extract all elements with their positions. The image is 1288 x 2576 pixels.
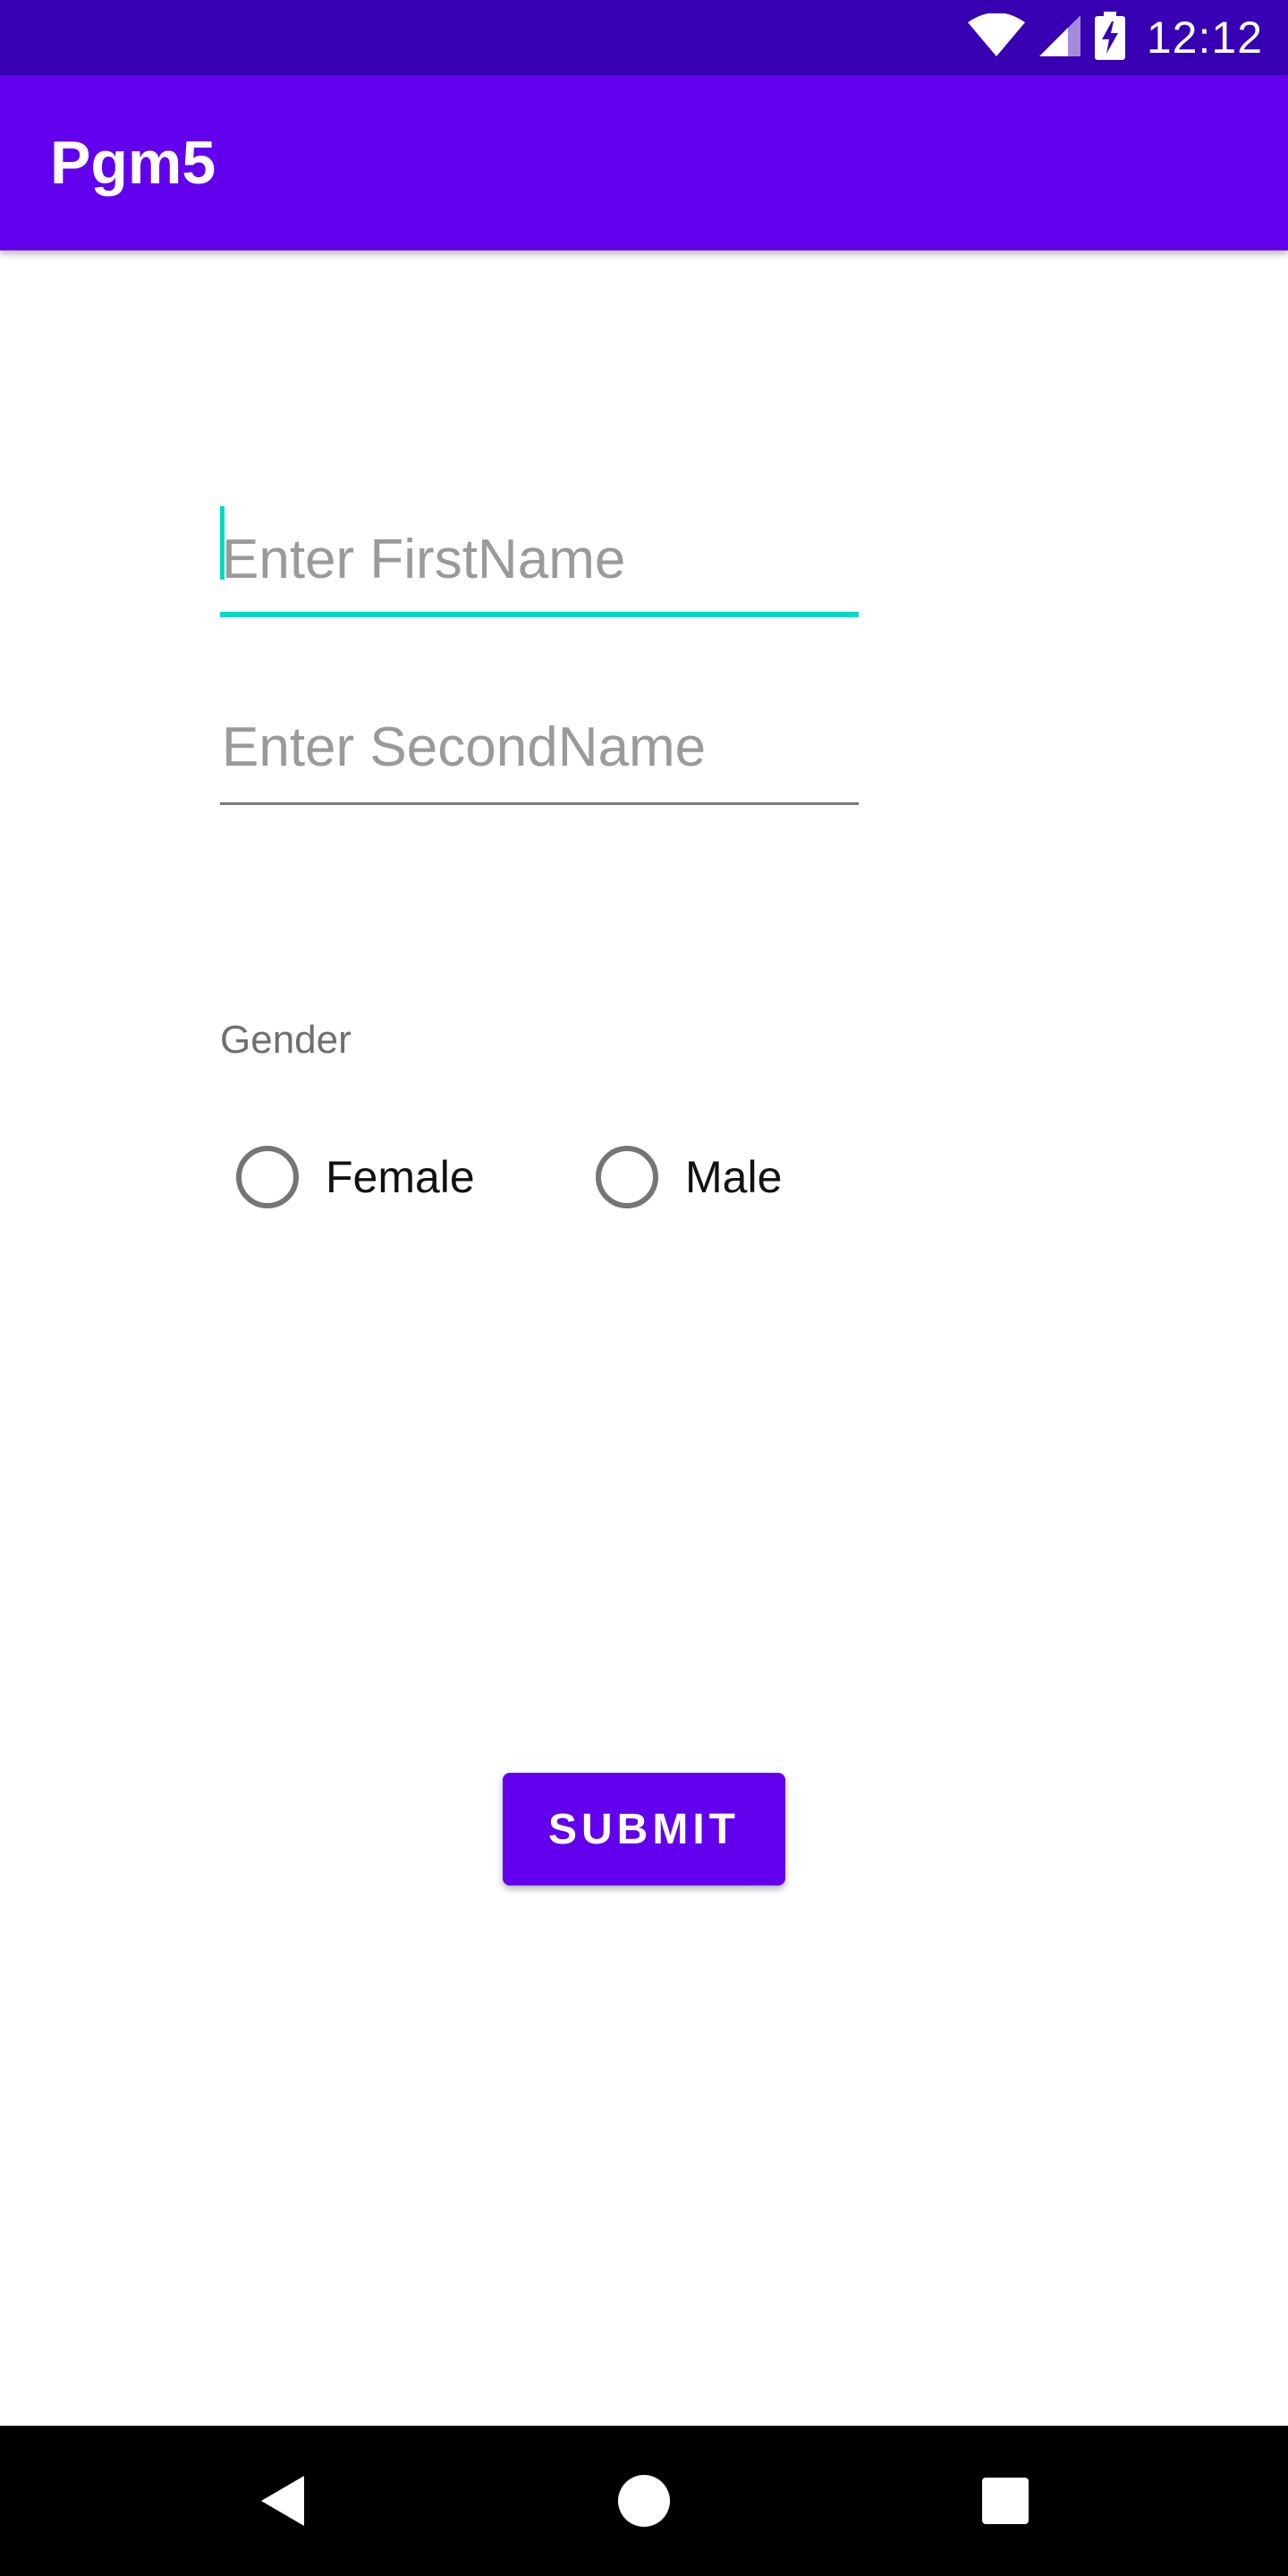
second-name-underline [220,802,859,805]
submit-button[interactable]: SUBMIT [503,1773,785,1885]
back-icon [261,2476,304,2526]
battery-charging-icon [1094,11,1125,64]
first-name-field[interactable] [220,501,859,617]
second-name-field[interactable] [220,689,859,805]
back-button[interactable] [211,2426,354,2576]
gender-label: Gender [220,1018,352,1062]
second-name-input[interactable] [220,689,859,805]
recents-icon [982,2478,1029,2524]
home-button[interactable] [572,2426,716,2576]
recents-button[interactable] [934,2426,1077,2576]
navigation-bar [0,2426,1288,2576]
cellular-signal-icon [1038,13,1082,63]
text-cursor [220,506,225,580]
status-time: 12:12 [1146,13,1263,63]
status-bar: 12:12 [0,0,1288,75]
home-icon [618,2475,670,2527]
app-title: Pgm5 [50,129,216,197]
wifi-icon [967,12,1025,63]
status-icons: 12:12 [967,0,1263,75]
form-content: Gender Female Male SUBMIT [0,250,1288,2426]
radio-male[interactable]: Male [596,1141,782,1213]
radio-female-label: Female [326,1152,475,1202]
radio-unchecked-icon[interactable] [236,1146,299,1208]
first-name-input[interactable] [220,501,859,617]
radio-unchecked-icon[interactable] [596,1146,658,1208]
app-bar: Pgm5 [0,75,1288,250]
first-name-underline [220,612,859,617]
radio-female[interactable]: Female [236,1141,475,1213]
radio-male-label: Male [685,1152,783,1202]
